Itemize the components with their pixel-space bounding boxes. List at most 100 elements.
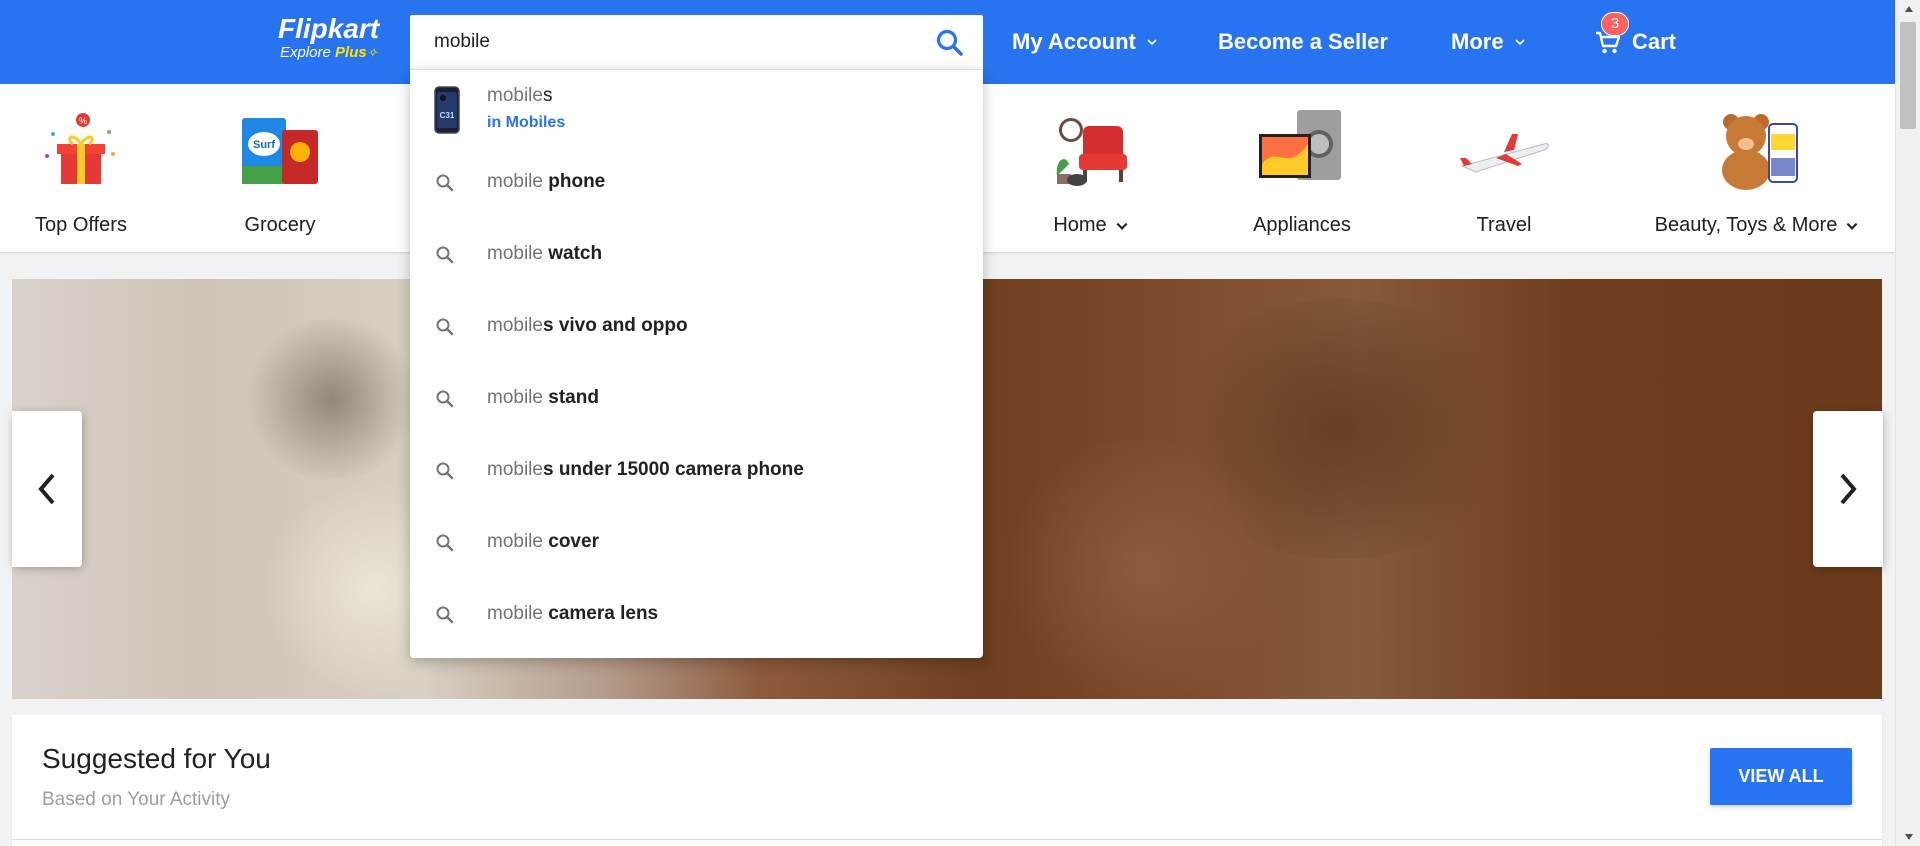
cart-label: Cart <box>1632 29 1677 54</box>
airplane-icon <box>1456 104 1552 200</box>
banner-image-blur <box>992 439 1292 699</box>
typed-text: mobile <box>487 387 543 408</box>
plus-star-icon: ✧ <box>366 45 378 60</box>
typed-text: mobile <box>487 171 543 192</box>
scrollbar-thumb[interactable] <box>1900 22 1916 129</box>
suggestion-item[interactable]: mobile cover <box>410 508 983 580</box>
category-home[interactable]: Home <box>981 84 1201 252</box>
arrow-down-icon <box>1904 834 1913 840</box>
suggestion-item[interactable]: mobile camera lens <box>410 580 983 652</box>
arrow-up-icon <box>1904 6 1913 12</box>
category-beauty-toys[interactable]: Beauty, Toys & More <box>1647 84 1867 252</box>
search-icon <box>436 606 454 624</box>
suggestion-item[interactable]: mobile phone <box>410 148 983 220</box>
home-furniture-icon <box>1043 104 1139 200</box>
more-menu[interactable]: More <box>1451 22 1526 62</box>
suggestion-text: mobile stand <box>487 387 599 409</box>
category-label: Beauty, Toys & More <box>1655 214 1860 237</box>
completion-text: s under 15000 camera phone <box>542 459 804 480</box>
completion-text: camera lens <box>542 603 659 624</box>
chevron-left-icon <box>38 473 55 505</box>
suggestion-text: mobiles under 15000 camera phone <box>487 459 804 481</box>
typed-text: mobile <box>487 603 543 624</box>
typed-text: mobile <box>487 531 543 552</box>
completion-text: phone <box>542 171 606 192</box>
completion-text: s vivo and oppo <box>542 315 688 336</box>
svg-text:C31: C31 <box>440 111 455 120</box>
svg-text:Surf: Surf <box>253 139 275 151</box>
completion-text: watch <box>542 243 603 264</box>
grocery-icon: Surf <box>232 104 328 200</box>
suggested-section: Suggested for You Based on Your Activity… <box>12 715 1882 846</box>
search-icon <box>436 318 454 336</box>
suggestion-text: mobile camera lens <box>487 603 658 625</box>
completion-text: stand <box>542 387 599 408</box>
category-home-label: Home <box>1053 214 1107 236</box>
typed-text: mobile <box>487 243 543 264</box>
more-label: More <box>1451 29 1504 54</box>
search-icon <box>436 534 454 552</box>
search-icon <box>436 174 454 192</box>
typed-text: mobile <box>487 315 543 336</box>
svg-text:%: % <box>79 116 87 126</box>
scroll-down-button[interactable] <box>1896 828 1920 846</box>
flipkart-logo[interactable]: Flipkart Explore Plus✧ <box>278 14 393 68</box>
suggestion-text: mobiles in Mobiles <box>487 85 565 132</box>
banner-image-blur <box>242 319 422 479</box>
suggested-subtitle: Based on Your Activity <box>42 789 231 810</box>
suggestion-query: mobiles <box>487 85 565 107</box>
category-label: Grocery <box>244 214 316 236</box>
suggestion-text: mobile watch <box>487 243 602 265</box>
search-box <box>410 15 983 69</box>
logo-text: Flipkart <box>278 13 380 44</box>
logo-subtitle: Explore Plus✧ <box>280 44 393 62</box>
suggestion-text: mobile phone <box>487 171 605 193</box>
category-grocery[interactable]: Surf Grocery <box>170 84 390 252</box>
divider <box>12 839 1882 840</box>
suggestion-text: mobile cover <box>487 531 599 553</box>
chevron-right-icon <box>1840 473 1857 505</box>
category-label: Home <box>1053 214 1128 237</box>
suggested-title: Suggested for You <box>42 743 271 774</box>
suggestion-item[interactable]: mobile watch <box>410 220 983 292</box>
view-all-button[interactable]: VIEW ALL <box>1710 748 1852 805</box>
search-icon <box>936 29 963 56</box>
gift-box-icon: % <box>33 104 129 200</box>
chevron-down-icon <box>1846 222 1858 230</box>
suggestion-item[interactable]: mobiles vivo and oppo <box>410 292 983 364</box>
search-icon <box>436 390 454 408</box>
suggestion-category-item[interactable]: C31 mobiles in Mobiles <box>410 70 983 148</box>
suggestion-text: mobiles vivo and oppo <box>487 315 688 337</box>
chevron-down-icon <box>1116 222 1128 230</box>
category-label: Travel <box>1476 214 1532 236</box>
category-appliances[interactable]: Appliances <box>1192 84 1412 252</box>
chevron-down-icon <box>1514 39 1525 46</box>
typed-text: mobile <box>487 459 543 480</box>
logo-sub-prefix: Explore <box>280 44 331 61</box>
scroll-up-button[interactable] <box>1896 0 1920 18</box>
my-account-label: My Account <box>1012 29 1136 54</box>
my-account-menu[interactable]: My Account <box>1012 22 1158 62</box>
suggestion-item[interactable]: mobiles under 15000 camera phone <box>410 436 983 508</box>
phone-thumbnail-icon: C31 <box>434 86 460 134</box>
suggestion-category: in Mobiles <box>487 114 566 131</box>
carousel-next-button[interactable] <box>1813 411 1883 567</box>
page-scrollbar[interactable] <box>1895 0 1920 846</box>
carousel-prev-button[interactable] <box>12 411 82 567</box>
cart-count-badge: 3 <box>1601 12 1629 36</box>
search-button[interactable] <box>935 28 965 58</box>
teddy-bear-icon <box>1709 104 1805 200</box>
category-beauty-label: Beauty, Toys & More <box>1654 214 1838 236</box>
search-suggestions-dropdown: C31 mobiles in Mobiles mobile phone mobi… <box>410 69 983 658</box>
search-input[interactable] <box>434 15 914 69</box>
appliances-icon <box>1257 104 1347 200</box>
completion-text: s <box>542 85 553 106</box>
suggestion-item[interactable]: mobile stand <box>410 364 983 436</box>
category-travel[interactable]: Travel <box>1394 84 1614 252</box>
category-label: Appliances <box>1253 214 1351 236</box>
search-icon <box>436 462 454 480</box>
category-top-offers[interactable]: % Top Offers <box>0 84 191 252</box>
become-seller-link[interactable]: Become a Seller <box>1218 22 1388 62</box>
completion-text: cover <box>542 531 599 552</box>
become-seller-label: Become a Seller <box>1218 29 1388 54</box>
